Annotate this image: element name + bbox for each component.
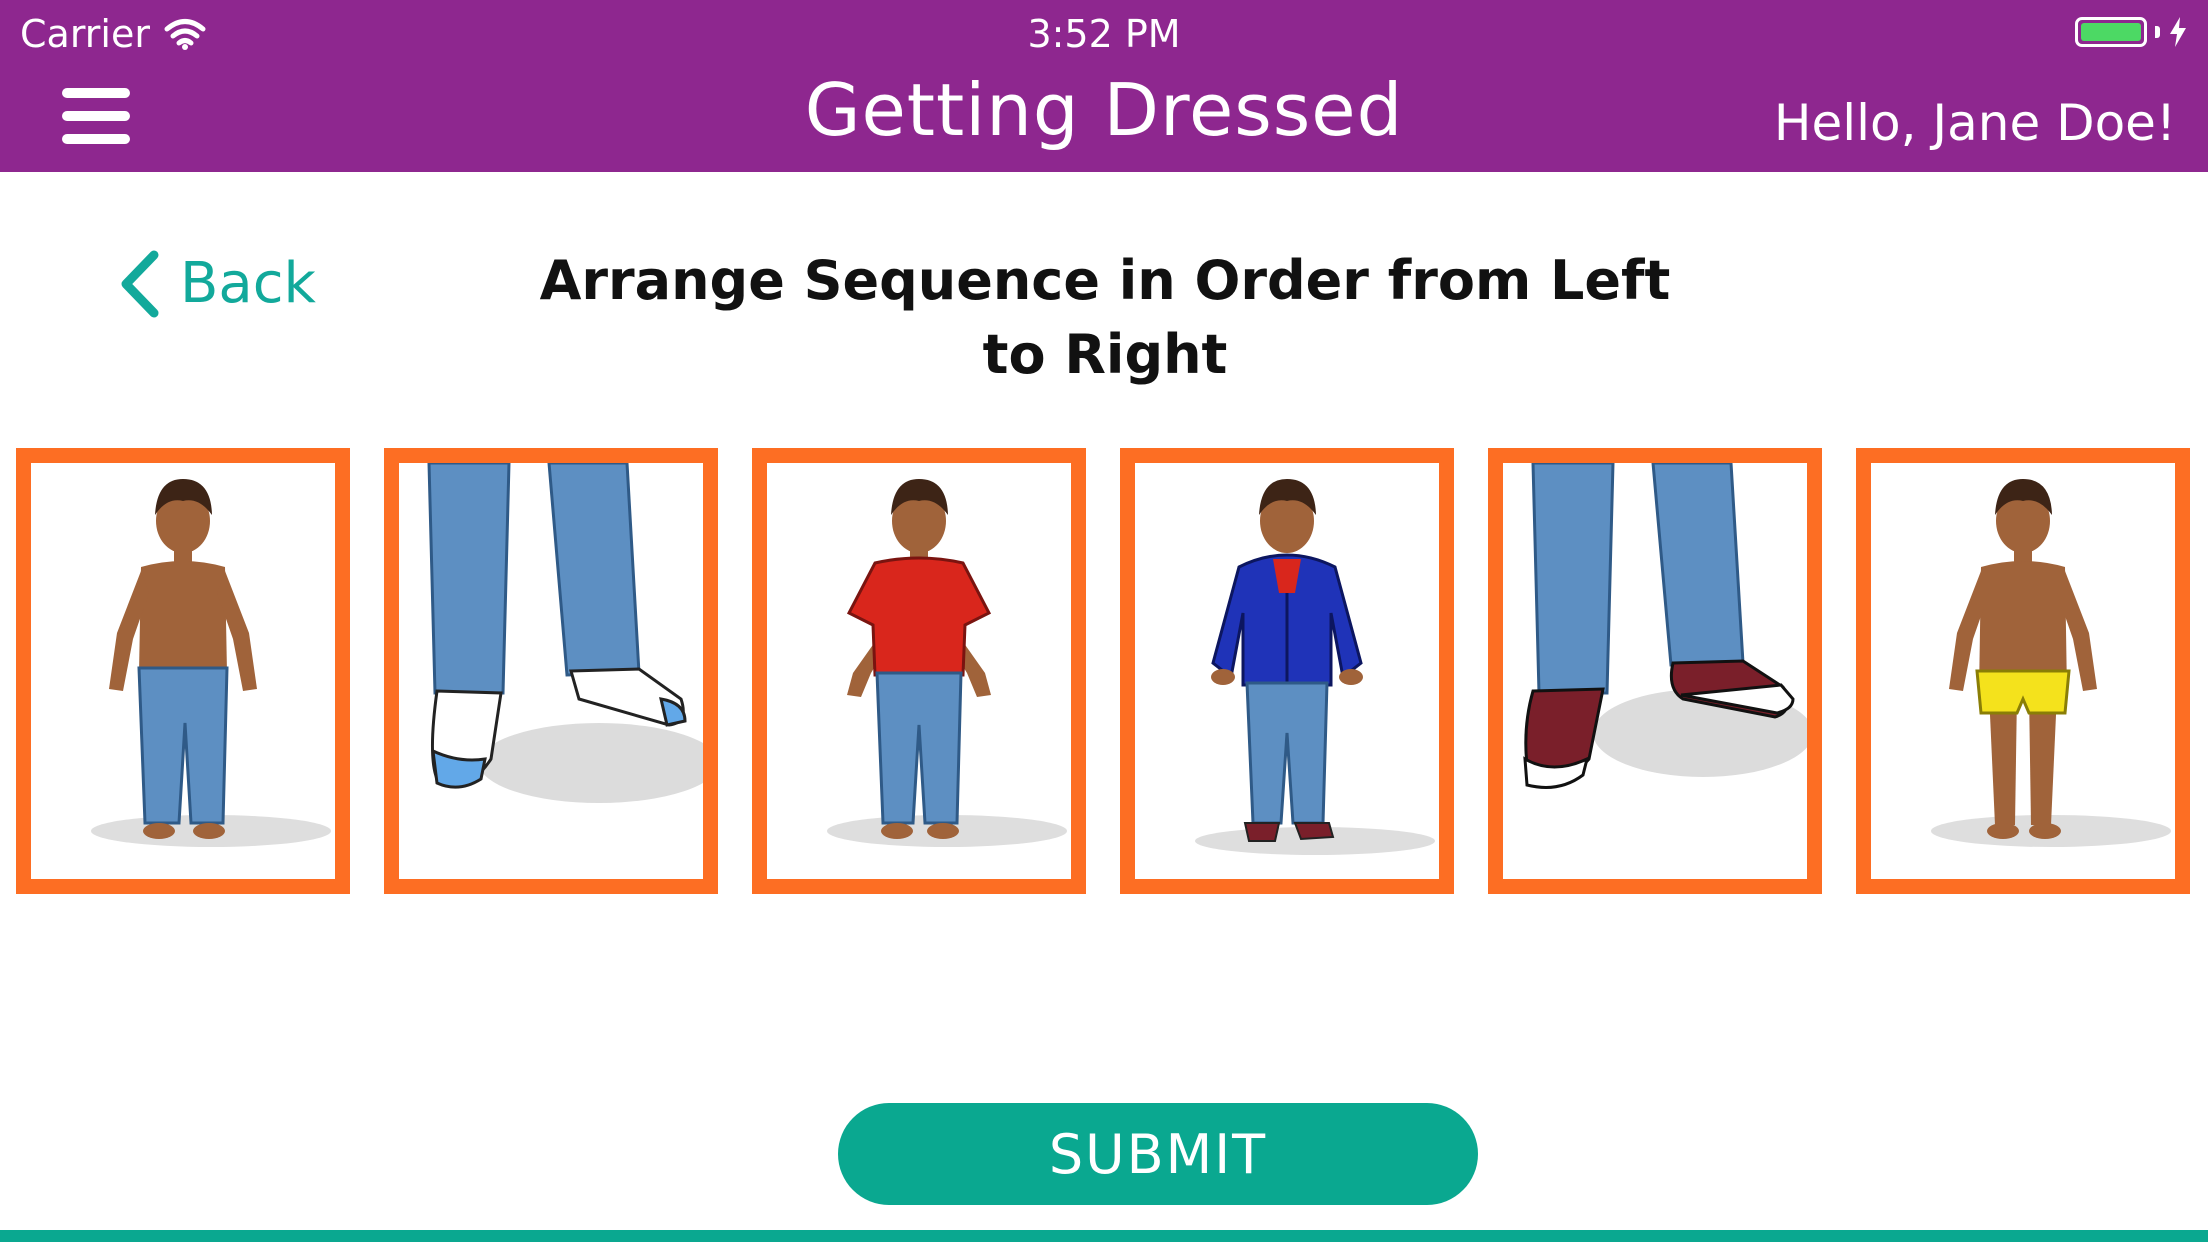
user-greeting: Hello, Jane Doe! (1773, 94, 2176, 152)
battery-icon (2075, 17, 2147, 47)
back-button[interactable]: Back (118, 248, 316, 320)
red-tshirt-illustration (827, 479, 1067, 847)
blue-hoodie-illustration (1195, 479, 1435, 855)
status-time: 3:52 PM (1027, 12, 1181, 56)
sequence-card-2[interactable] (384, 448, 718, 894)
sneakers-and-jeans-illustration (1523, 463, 1807, 789)
sequence-card-3[interactable] (752, 448, 1086, 894)
socks-and-jeans-illustration (427, 463, 703, 803)
bottom-accent-bar (0, 1230, 2208, 1242)
yellow-underwear-illustration (1931, 479, 2171, 847)
instruction-heading: Arrange Sequence in Order from Left to R… (539, 249, 1671, 386)
boy-in-jeans-illustration (91, 479, 331, 847)
sequence-card-4[interactable] (1120, 448, 1454, 894)
sequence-card-6[interactable] (1856, 448, 2190, 894)
battery-indicator (2075, 16, 2188, 48)
sequence-card-5[interactable] (1488, 448, 1822, 894)
sequence-card-1[interactable] (16, 448, 350, 894)
back-label: Back (180, 251, 316, 316)
app-screen: Carrier 3:52 PM Getting Dressed Hello, J… (0, 0, 2208, 1242)
submit-button[interactable]: SUBMIT (838, 1103, 1478, 1205)
chevron-left-icon (121, 250, 159, 318)
app-header: Carrier 3:52 PM Getting Dressed Hello, J… (0, 0, 2208, 172)
charging-bolt-icon (2170, 17, 2186, 47)
